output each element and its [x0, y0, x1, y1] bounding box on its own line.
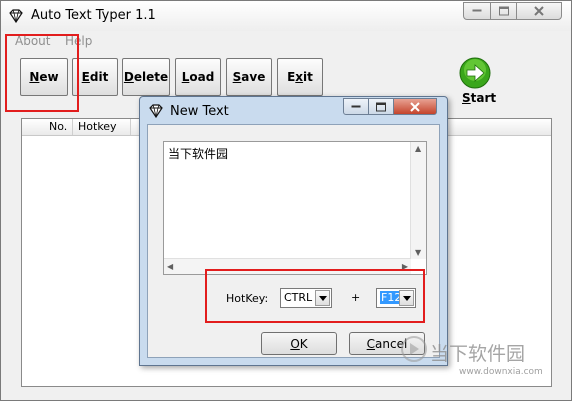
save-button[interactable]: Save — [226, 58, 272, 96]
title-bar: Auto Text Typer 1.1 — [1, 1, 571, 31]
dialog-title: New Text — [170, 104, 229, 119]
scroll-up-icon[interactable]: ▲ — [415, 144, 421, 153]
dialog-close-button[interactable] — [393, 98, 437, 115]
dialog-maximize-button[interactable] — [368, 98, 394, 115]
maximize-icon — [376, 102, 386, 111]
dialog-minimize-button[interactable] — [343, 98, 369, 115]
exit-button[interactable]: Ex it — [277, 58, 323, 96]
column-no[interactable]: No. — [49, 120, 67, 133]
column-hotkey[interactable]: Hotkey — [78, 120, 117, 133]
watermark-url: www.downxia.com — [459, 367, 543, 377]
text-input-value: 当下软件园 — [168, 147, 229, 161]
scroll-down-icon[interactable]: ▼ — [415, 248, 421, 257]
load-button[interactable]: Load — [175, 58, 221, 96]
text-input[interactable]: 当下软件园 ▲ ▼ ◀ ▶ — [163, 141, 427, 275]
watermark-text: 当下软件园 — [430, 343, 526, 365]
highlight-box-new — [5, 34, 79, 112]
highlight-box-hotkey — [205, 269, 425, 323]
maximize-icon — [498, 6, 509, 16]
vertical-scrollbar[interactable]: ▲ ▼ — [410, 142, 426, 259]
start-button[interactable]: Start — [462, 91, 496, 105]
minimize-icon — [351, 105, 361, 107]
new-text-dialog: New Text 当下软件园 ▲ ▼ ◀ ▶ HotKey: CTRL + F1… — [139, 96, 448, 366]
menu-bar: About Help — [1, 32, 571, 51]
close-icon — [410, 101, 420, 112]
window-title: Auto Text Typer 1.1 — [31, 8, 156, 23]
ok-button[interactable]: OK — [261, 332, 337, 355]
close-icon — [534, 6, 544, 16]
close-button[interactable] — [516, 2, 562, 20]
diamond-icon — [9, 9, 23, 23]
scroll-left-icon[interactable]: ◀ — [167, 262, 173, 271]
diamond-icon — [149, 104, 163, 118]
delete-button[interactable]: Delete — [122, 58, 170, 96]
column-divider — [72, 119, 73, 135]
maximize-button[interactable] — [490, 2, 517, 20]
column-divider — [130, 119, 131, 135]
watermark-logo-icon — [401, 336, 427, 362]
minimize-icon — [472, 9, 482, 12]
green-arrow-icon[interactable] — [459, 57, 491, 89]
minimize-button[interactable] — [463, 2, 491, 20]
